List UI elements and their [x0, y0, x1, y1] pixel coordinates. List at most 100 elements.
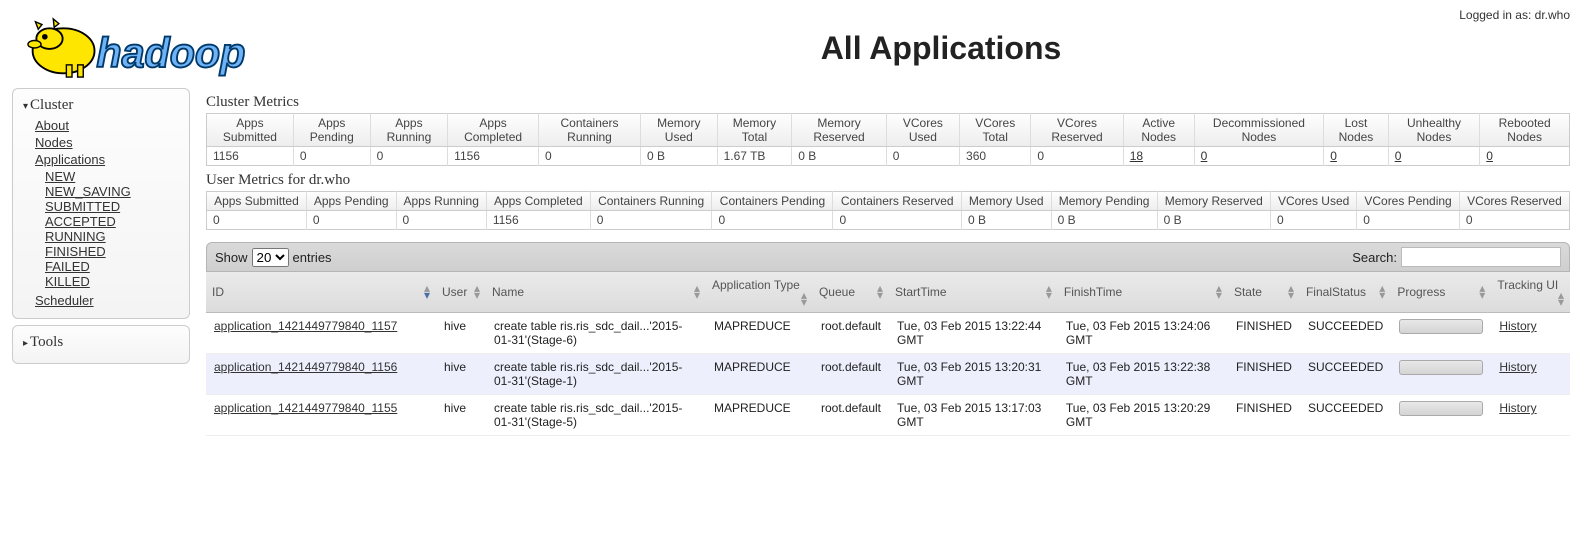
- login-user: dr.who: [1535, 8, 1570, 22]
- show-label: Show: [215, 250, 248, 265]
- sort-icon: ▴▾: [1558, 292, 1564, 306]
- cm-header: Apps Running: [370, 114, 448, 147]
- apps-cell: hive: [436, 313, 486, 354]
- sidebar-item-new[interactable]: NEW: [45, 169, 75, 184]
- sidebar-item-applications[interactable]: Applications: [35, 152, 105, 167]
- sort-icon: ▴▾: [474, 285, 480, 299]
- apps-column-header[interactable]: Queue▴▾: [813, 272, 889, 313]
- apps-column-header[interactable]: Name▴▾: [486, 272, 706, 313]
- um-header: Apps Submitted: [207, 192, 307, 211]
- apps-column-header[interactable]: User▴▾: [436, 272, 486, 313]
- apps-cell: SUCCEEDED: [1300, 395, 1391, 436]
- apps-cell: Tue, 03 Feb 2015 13:24:06 GMT: [1058, 313, 1228, 354]
- apps-cell: root.default: [813, 313, 889, 354]
- cm-value: 18: [1123, 147, 1194, 166]
- apps-column-header[interactable]: StartTime▴▾: [889, 272, 1058, 313]
- apps-cell: MAPREDUCE: [706, 354, 813, 395]
- cm-link[interactable]: 0: [1330, 149, 1337, 163]
- apps-cell: hive: [436, 395, 486, 436]
- cm-header: Lost Nodes: [1324, 114, 1388, 147]
- tracking-link[interactable]: History: [1499, 401, 1536, 415]
- sidebar-item-accepted[interactable]: ACCEPTED: [45, 214, 116, 229]
- sidebar-item-submitted[interactable]: SUBMITTED: [45, 199, 120, 214]
- apps-cell: Tue, 03 Feb 2015 13:20:31 GMT: [889, 354, 1058, 395]
- svg-text:hadoop: hadoop: [96, 30, 245, 76]
- sidebar-cluster-header[interactable]: ▾Cluster: [23, 97, 181, 114]
- sidebar-tools-header[interactable]: ▸Tools: [23, 334, 181, 351]
- apps-cell: create table ris.ris_sdc_dail...'2015-01…: [486, 395, 706, 436]
- search-label: Search:: [1352, 250, 1397, 265]
- cm-link[interactable]: 0: [1201, 149, 1208, 163]
- sort-icon: ▴▾: [1479, 285, 1485, 299]
- page-size-select[interactable]: 20: [252, 248, 289, 267]
- sidebar-item-about[interactable]: About: [35, 118, 69, 133]
- cm-value: 360: [960, 147, 1031, 166]
- cm-value: 0: [886, 147, 959, 166]
- um-header: VCores Used: [1271, 192, 1357, 211]
- apps-cell: root.default: [813, 395, 889, 436]
- um-value: 0: [306, 211, 396, 230]
- apps-cell: MAPREDUCE: [706, 395, 813, 436]
- um-value: 0: [1459, 211, 1569, 230]
- apps-column-header[interactable]: Tracking UI▴▾: [1491, 272, 1570, 313]
- cm-value: 1156: [448, 147, 539, 166]
- sidebar-tools-label: Tools: [30, 334, 63, 350]
- apps-column-header[interactable]: FinishTime▴▾: [1058, 272, 1228, 313]
- sort-icon: ▴▾: [1379, 285, 1385, 299]
- apps-cell: application_1421449779840_1155: [206, 395, 436, 436]
- apps-cell: root.default: [813, 354, 889, 395]
- sort-icon: ▴▾: [1046, 285, 1052, 299]
- cm-value: 0: [293, 147, 370, 166]
- cm-value: 0: [1388, 147, 1480, 166]
- progress-bar: [1399, 319, 1483, 334]
- um-value: 0 B: [1051, 211, 1157, 230]
- apps-column-header[interactable]: State▴▾: [1228, 272, 1300, 313]
- apps-column-header[interactable]: FinalStatus▴▾: [1300, 272, 1391, 313]
- tracking-link[interactable]: History: [1499, 319, 1536, 333]
- sidebar-item-scheduler[interactable]: Scheduler: [35, 293, 94, 308]
- um-header: Memory Reserved: [1157, 192, 1270, 211]
- sidebar-item-running[interactable]: RUNNING: [45, 229, 106, 244]
- search-input[interactable]: [1401, 247, 1561, 267]
- apps-cell: History: [1491, 313, 1570, 354]
- um-value: 0: [1271, 211, 1357, 230]
- apps-column-header[interactable]: ID▴▾: [206, 272, 436, 313]
- cm-header: Apps Completed: [448, 114, 539, 147]
- hadoop-logo: hadoop: [12, 8, 312, 88]
- apps-cell: Tue, 03 Feb 2015 13:22:38 GMT: [1058, 354, 1228, 395]
- apps-cell: application_1421449779840_1156: [206, 354, 436, 395]
- cm-link[interactable]: 0: [1486, 149, 1493, 163]
- sort-icon: ▴▾: [424, 285, 430, 299]
- sidebar-item-killed[interactable]: KILLED: [45, 274, 90, 289]
- chevron-down-icon: ▾: [23, 101, 28, 112]
- cm-header: VCores Used: [886, 114, 959, 147]
- um-header: Memory Used: [961, 192, 1051, 211]
- cm-value: 0: [1194, 147, 1324, 166]
- cm-header: Containers Running: [539, 114, 641, 147]
- um-header: VCores Pending: [1357, 192, 1460, 211]
- apps-cell: History: [1491, 354, 1570, 395]
- cm-link[interactable]: 0: [1395, 149, 1402, 163]
- um-value: 0 B: [1157, 211, 1270, 230]
- sidebar-item-failed[interactable]: FAILED: [45, 259, 90, 274]
- user-metrics-table: Apps SubmittedApps PendingApps RunningAp…: [206, 191, 1570, 230]
- um-header: VCores Reserved: [1459, 192, 1569, 211]
- sort-icon: ▴▾: [1288, 285, 1294, 299]
- tracking-link[interactable]: History: [1499, 360, 1536, 374]
- apps-column-header[interactable]: Progress▴▾: [1391, 272, 1491, 313]
- sidebar-item-nodes[interactable]: Nodes: [35, 135, 73, 150]
- apps-column-header[interactable]: Application Type▴▾: [706, 272, 813, 313]
- sidebar-item-new-saving[interactable]: NEW_SAVING: [45, 184, 131, 199]
- um-value: 0: [833, 211, 961, 230]
- applications-table: ID▴▾User▴▾Name▴▾Application Type▴▾Queue▴…: [206, 272, 1570, 436]
- cm-link[interactable]: 18: [1130, 149, 1143, 163]
- sort-icon: ▴▾: [877, 285, 883, 299]
- sidebar-item-finished[interactable]: FINISHED: [45, 244, 106, 259]
- cm-header: Memory Reserved: [792, 114, 886, 147]
- app-id-link[interactable]: application_1421449779840_1157: [214, 319, 397, 333]
- chevron-right-icon: ▸: [23, 338, 28, 349]
- app-id-link[interactable]: application_1421449779840_1156: [214, 360, 397, 374]
- app-id-link[interactable]: application_1421449779840_1155: [214, 401, 397, 415]
- sort-icon: ▴▾: [694, 285, 700, 299]
- apps-cell: [1391, 395, 1491, 436]
